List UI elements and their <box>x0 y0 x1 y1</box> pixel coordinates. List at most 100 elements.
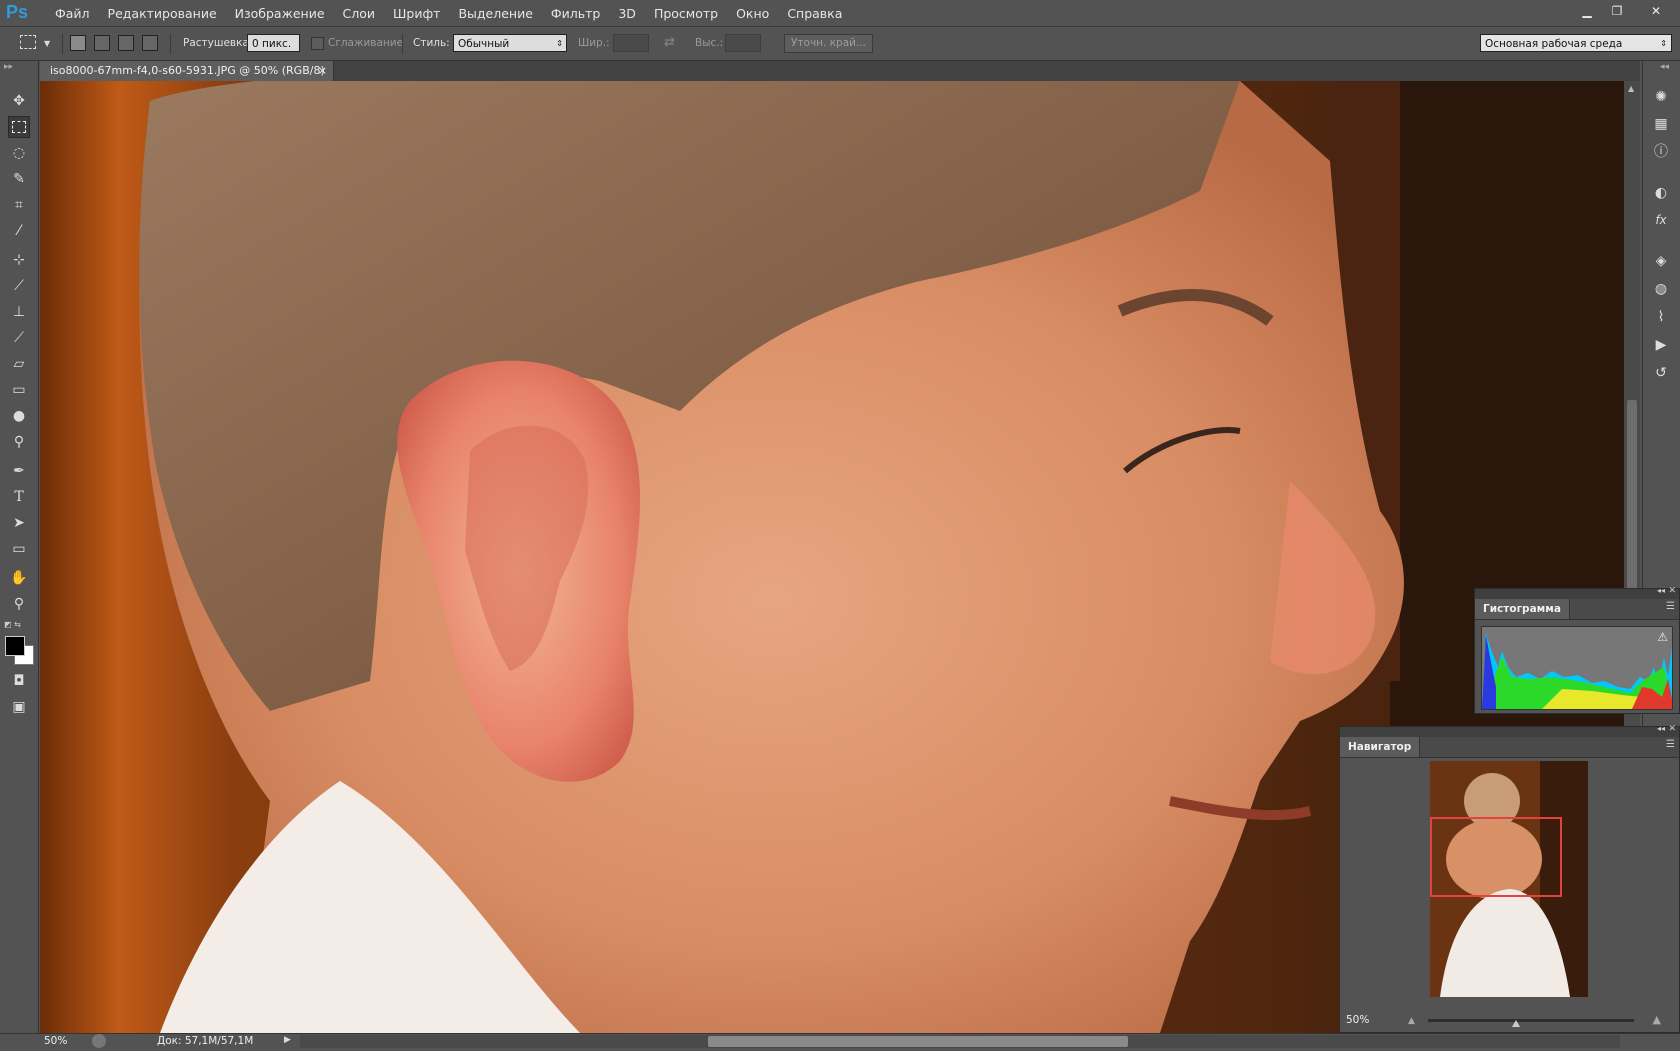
shape-icon[interactable]: ▭ <box>8 538 30 560</box>
navigator-slider-knob[interactable] <box>1512 1020 1520 1027</box>
refine-edge-button[interactable]: Уточн. край... <box>784 34 873 53</box>
warning-icon[interactable]: ⚠ <box>1657 630 1668 644</box>
expand-dock-icon[interactable]: ◂◂ <box>1660 62 1669 72</box>
collapse-panel-icon[interactable]: ◂◂ <box>1657 724 1665 733</box>
move-icon[interactable]: ✥ <box>8 90 30 112</box>
scroll-up-icon[interactable]: ▲ <box>1628 84 1634 93</box>
info-icon[interactable]: ⓘ <box>1650 140 1672 162</box>
tab-histogram[interactable]: Гистограмма <box>1475 599 1570 619</box>
status-info-icon[interactable] <box>92 1034 106 1048</box>
workspace-select[interactable]: Основная рабочая среда ⇕ <box>1480 34 1672 52</box>
channels-icon[interactable]: ◍ <box>1650 278 1672 300</box>
main-menu: Файл Редактирование Изображение Слои Шри… <box>46 0 851 26</box>
feather-input[interactable]: 0 пикс. <box>247 34 300 52</box>
swap-icon[interactable]: ⇄ <box>664 35 675 50</box>
blur-icon[interactable]: ● <box>8 405 30 427</box>
quick-mask-icon[interactable]: ◘ <box>8 670 30 692</box>
panel-menu-icon[interactable]: ☰ <box>1666 601 1675 612</box>
screen-mode-icon[interactable]: ▣ <box>8 696 30 718</box>
default-colors-icon[interactable]: ◩ ⇆ <box>4 620 21 629</box>
tab-navigator[interactable]: Навигатор <box>1340 737 1421 757</box>
clone-stamp-icon[interactable]: ⊥ <box>8 301 30 323</box>
divider <box>62 34 63 54</box>
collapse-icon[interactable]: ▸▸ <box>4 62 13 72</box>
marquee-preset-icon[interactable] <box>20 35 36 49</box>
layers-icon[interactable]: ◈ <box>1650 250 1672 272</box>
navigator-thumbnail[interactable] <box>1430 761 1588 997</box>
hand-icon[interactable]: ✋ <box>8 567 30 589</box>
add-selection-icon[interactable] <box>94 35 110 51</box>
menu-help[interactable]: Справка <box>778 6 851 21</box>
subtract-selection-icon[interactable] <box>118 35 134 51</box>
gradient-icon[interactable]: ▭ <box>8 379 30 401</box>
brush-icon[interactable]: ⟋ <box>8 275 30 297</box>
lasso-icon[interactable]: ◌ <box>8 142 30 164</box>
select-arrows-icon: ⇕ <box>1660 39 1667 48</box>
histogram-graph: ⚠ <box>1481 626 1673 710</box>
close-panel-icon[interactable]: ✕ <box>1668 586 1676 596</box>
eyedropper-icon[interactable]: ⁄ <box>8 220 30 242</box>
intersect-selection-icon[interactable] <box>142 35 158 51</box>
status-menu-arrow-icon[interactable]: ▶ <box>284 1035 291 1045</box>
eraser-icon[interactable]: ▱ <box>8 353 30 375</box>
dodge-icon[interactable]: ⚲ <box>8 431 30 453</box>
vertical-scrollbar-thumb[interactable] <box>1627 400 1637 590</box>
histogram-chart <box>1482 633 1672 709</box>
panel-menu-icon[interactable]: ☰ <box>1666 739 1675 750</box>
minimize-icon[interactable]: ▁ <box>1574 2 1600 20</box>
spot-heal-icon[interactable]: ⊹ <box>8 249 30 271</box>
menu-layers[interactable]: Слои <box>334 6 385 21</box>
chevron-down-icon[interactable]: ▼ <box>44 39 50 48</box>
menu-select[interactable]: Выделение <box>449 6 541 21</box>
zoom-in-icon[interactable]: ▲ <box>1653 1013 1661 1026</box>
histogram-panel: ◂◂ ✕ Гистограмма ☰ ⚠ <box>1474 586 1680 714</box>
menu-3d[interactable]: 3D <box>609 6 645 21</box>
document-size: Док: 57,1M/57,1M <box>157 1035 254 1047</box>
rect-marquee-icon[interactable] <box>8 116 30 138</box>
paths-icon[interactable]: ⌇ <box>1650 306 1672 328</box>
close-tab-icon[interactable]: × <box>318 61 327 81</box>
styles-icon[interactable]: fx <box>1650 209 1672 231</box>
color-wheel-icon[interactable]: ✺ <box>1650 86 1672 108</box>
zoom-level[interactable]: 50% <box>44 1035 67 1047</box>
height-input[interactable] <box>725 34 761 52</box>
zoom-out-icon[interactable]: ▲ <box>1408 1016 1415 1026</box>
pen-icon[interactable]: ✒ <box>8 460 30 482</box>
close-window-icon[interactable]: ✕ <box>1636 2 1676 20</box>
horizontal-scrollbar-thumb[interactable] <box>708 1036 1128 1047</box>
crop-icon[interactable]: ⌗ <box>8 194 30 216</box>
foreground-color-swatch[interactable] <box>5 636 25 656</box>
panel-titlebar: ◂◂ ✕ <box>1475 586 1679 599</box>
navigator-view-frame[interactable] <box>1430 817 1562 897</box>
menu-file[interactable]: Файл <box>46 6 99 21</box>
menu-type[interactable]: Шрифт <box>384 6 449 21</box>
menu-edit[interactable]: Редактирование <box>99 6 226 21</box>
path-select-icon[interactable]: ➤ <box>8 512 30 534</box>
restore-icon[interactable]: ❐ <box>1604 2 1630 20</box>
style-select[interactable]: Обычный ⇕ <box>453 34 567 52</box>
height-label: Выс.: <box>695 37 724 49</box>
width-label: Шир.: <box>578 37 610 49</box>
photoshop-logo: Ps <box>6 2 29 22</box>
quick-select-icon[interactable]: ✎ <box>8 168 30 190</box>
width-input[interactable] <box>613 34 649 52</box>
menu-filter[interactable]: Фильтр <box>542 6 609 21</box>
type-icon[interactable]: T <box>8 486 30 508</box>
navigator-zoom-value[interactable]: 50% <box>1346 1014 1369 1026</box>
history-icon[interactable]: ↺ <box>1650 362 1672 384</box>
swatches-icon[interactable]: ▦ <box>1650 113 1672 135</box>
navigator-zoom-slider[interactable] <box>1428 1019 1634 1022</box>
collapse-panel-icon[interactable]: ◂◂ <box>1657 586 1665 595</box>
history-brush-icon[interactable]: ⟋ <box>8 327 30 349</box>
menu-image[interactable]: Изображение <box>226 6 334 21</box>
menu-window[interactable]: Окно <box>727 6 778 21</box>
zoom-icon[interactable]: ⚲ <box>8 593 30 615</box>
actions-icon[interactable]: ▶ <box>1650 334 1672 356</box>
workspace-select-value: Основная рабочая среда <box>1485 38 1623 50</box>
adjustments-icon[interactable]: ◐ <box>1650 182 1672 204</box>
antialias-checkbox[interactable] <box>311 37 324 50</box>
close-panel-icon[interactable]: ✕ <box>1668 724 1676 734</box>
menu-view[interactable]: Просмотр <box>645 6 727 21</box>
document-tab[interactable]: iso8000-67mm-f4,0-s60-5931.JPG @ 50% (RG… <box>40 61 334 97</box>
new-selection-icon[interactable] <box>70 35 86 51</box>
